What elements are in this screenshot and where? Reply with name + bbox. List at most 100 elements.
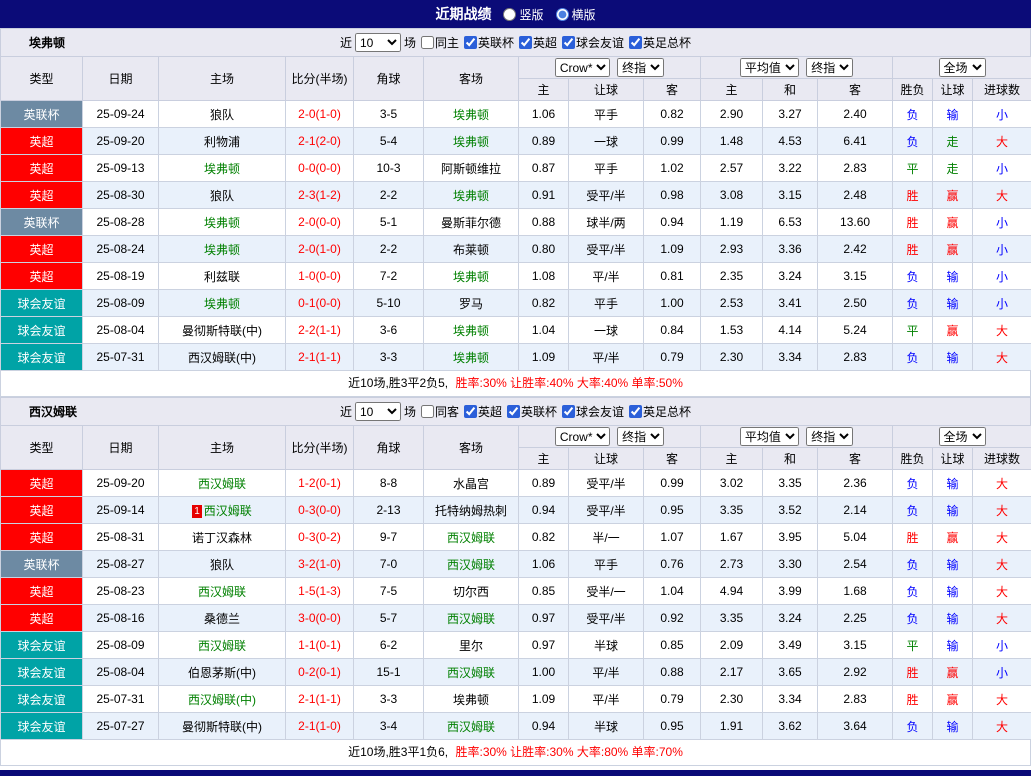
match-row: 英超25-09-141西汉姆联0-3(0-0)2-13托特纳姆热刺0.94受平/… (1, 497, 1031, 524)
same-filter[interactable]: 同主 (416, 34, 459, 51)
overunder-result: 小 (973, 155, 1031, 182)
overunder-result: 大 (973, 470, 1031, 497)
match-date: 25-08-27 (83, 551, 159, 578)
eu-home-odds: 2.73 (701, 551, 763, 578)
near-label: 近 (340, 403, 352, 420)
competition-filter[interactable]: 英超 (459, 403, 502, 420)
eu-draw-odds: 3.24 (763, 605, 818, 632)
average-select[interactable]: 平均值 (740, 58, 799, 77)
ah-away-odds: 1.04 (644, 578, 701, 605)
match-result: 平 (893, 317, 933, 344)
near-label: 近 (340, 34, 352, 51)
layout-vertical-radio[interactable] (503, 8, 516, 21)
competition-filter[interactable]: 英联杯 (502, 403, 557, 420)
competition-filter[interactable]: 英超 (514, 34, 557, 51)
competition-label: 英足总杯 (643, 34, 691, 51)
final-odds-select[interactable]: 终指 (617, 58, 664, 77)
recent-count-select[interactable]: 10 (355, 33, 401, 52)
match-score: 0-2(0-1) (286, 659, 354, 686)
layout-horizontal-option[interactable]: 横版 (556, 6, 596, 23)
competition-checkbox[interactable] (629, 36, 642, 49)
match-score: 2-1(1-1) (286, 686, 354, 713)
eu-draw-odds: 3.95 (763, 524, 818, 551)
ah-handicap: 半球 (569, 713, 644, 740)
match-date: 25-08-23 (83, 578, 159, 605)
match-date: 25-08-04 (83, 659, 159, 686)
ah-home-odds: 1.04 (519, 317, 569, 344)
ah-home-odds: 0.88 (519, 209, 569, 236)
eu-home-odds: 2.93 (701, 236, 763, 263)
match-row: 英联杯25-08-28埃弗顿2-0(0-0)5-1曼斯菲尔德0.88球半/两0.… (1, 209, 1031, 236)
eu-draw-odds: 3.41 (763, 290, 818, 317)
eu-away-odds: 2.54 (818, 551, 893, 578)
match-date: 25-09-20 (83, 470, 159, 497)
away-team: 西汉姆联 (424, 659, 519, 686)
same-filter[interactable]: 同客 (416, 403, 459, 420)
odds-company-select[interactable]: Crow* (555, 58, 610, 77)
bottom-divider-bar (0, 770, 1031, 776)
eu-home-odds: 2.09 (701, 632, 763, 659)
match-score: 1-0(0-0) (286, 263, 354, 290)
final-odds-select[interactable]: 终指 (617, 427, 664, 446)
handicap-result: 输 (933, 713, 973, 740)
ah-handicap: 一球 (569, 128, 644, 155)
competition-filter[interactable]: 球会友谊 (557, 34, 624, 51)
same-filter-checkbox[interactable] (421, 36, 434, 49)
asian-odds-group-header: Crow* 终指 (519, 57, 701, 79)
eu-away-odds: 6.41 (818, 128, 893, 155)
match-rows: 英超25-09-20西汉姆联1-2(0-1)8-8水晶宫0.89受平/半0.99… (1, 470, 1031, 740)
overunder-result: 大 (973, 713, 1031, 740)
home-team: 桑德兰 (159, 605, 286, 632)
ah-away-odds: 1.00 (644, 290, 701, 317)
corner-score: 15-1 (354, 659, 424, 686)
competition-filter[interactable]: 英足总杯 (624, 34, 691, 51)
eu-home-odds: 1.48 (701, 128, 763, 155)
final-odds-select-2[interactable]: 终指 (806, 58, 853, 77)
competition-checkbox[interactable] (562, 36, 575, 49)
odds-company-select[interactable]: Crow* (555, 427, 610, 446)
handicap-result: 赢 (933, 317, 973, 344)
competition-checkbox[interactable] (507, 405, 520, 418)
eu-home-odds: 1.67 (701, 524, 763, 551)
match-score: 0-3(0-2) (286, 524, 354, 551)
competition-badge: 英超 (1, 155, 83, 182)
home-team: 利兹联 (159, 263, 286, 290)
competition-filter[interactable]: 英联杯 (459, 34, 514, 51)
ah-handicap: 平/半 (569, 686, 644, 713)
competition-checkbox[interactable] (519, 36, 532, 49)
away-team: 布莱顿 (424, 236, 519, 263)
recent-count-select[interactable]: 10 (355, 402, 401, 421)
competition-filter[interactable]: 英足总杯 (624, 403, 691, 420)
overunder-result: 小 (973, 290, 1031, 317)
competition-checkbox[interactable] (629, 405, 642, 418)
ah-away-header: 客 (644, 448, 701, 470)
layout-horizontal-radio[interactable] (556, 8, 569, 21)
eu-away-odds: 2.42 (818, 236, 893, 263)
ah-home-odds: 0.94 (519, 713, 569, 740)
summary-rates: 胜率:30% 让胜率:30% 大率:80% 单率:70% (455, 745, 682, 759)
match-result: 负 (893, 101, 933, 128)
col-type-header: 类型 (1, 57, 83, 101)
col-home-header: 主场 (159, 426, 286, 470)
euro-odds-group-header: 平均值 终指 (701, 57, 893, 79)
fulltime-select[interactable]: 全场 (939, 427, 986, 446)
layout-vertical-label: 竖版 (519, 6, 543, 23)
overunder-result: 小 (973, 659, 1031, 686)
final-odds-select-2[interactable]: 终指 (806, 427, 853, 446)
overunder-result: 大 (973, 605, 1031, 632)
eu-away-odds: 2.83 (818, 686, 893, 713)
average-select[interactable]: 平均值 (740, 427, 799, 446)
competition-checkbox[interactable] (562, 405, 575, 418)
competition-filter[interactable]: 球会友谊 (557, 403, 624, 420)
fulltime-select[interactable]: 全场 (939, 58, 986, 77)
ah-home-odds: 0.97 (519, 632, 569, 659)
same-filter-checkbox[interactable] (421, 405, 434, 418)
competition-checkbox[interactable] (464, 36, 477, 49)
eu-home-odds: 1.19 (701, 209, 763, 236)
ah-away-odds: 1.09 (644, 236, 701, 263)
filter-controls: 近 10 场 同客 英超 英联杯 球会友谊 英足总杯 (340, 402, 691, 421)
handicap-result: 赢 (933, 686, 973, 713)
layout-vertical-option[interactable]: 竖版 (503, 6, 543, 23)
competition-checkbox[interactable] (464, 405, 477, 418)
eu-home-odds: 1.53 (701, 317, 763, 344)
